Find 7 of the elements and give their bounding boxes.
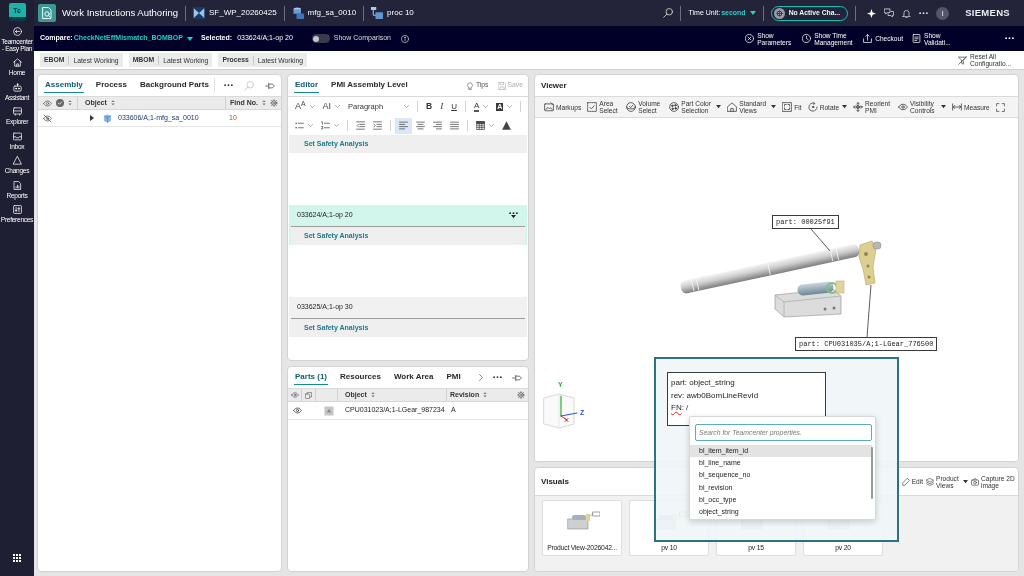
app-title: Work Instructions Authoring [62, 5, 178, 20]
panel-title: Visuals [541, 475, 569, 488]
template-line: part: object_string [671, 377, 736, 389]
template-line: rev: awb0BomLineRevId [671, 389, 760, 402]
panel-title: Viewer [541, 79, 567, 92]
template-line: FN: / [671, 402, 690, 414]
brand-wordmark: SIEMENS [965, 5, 1010, 20]
